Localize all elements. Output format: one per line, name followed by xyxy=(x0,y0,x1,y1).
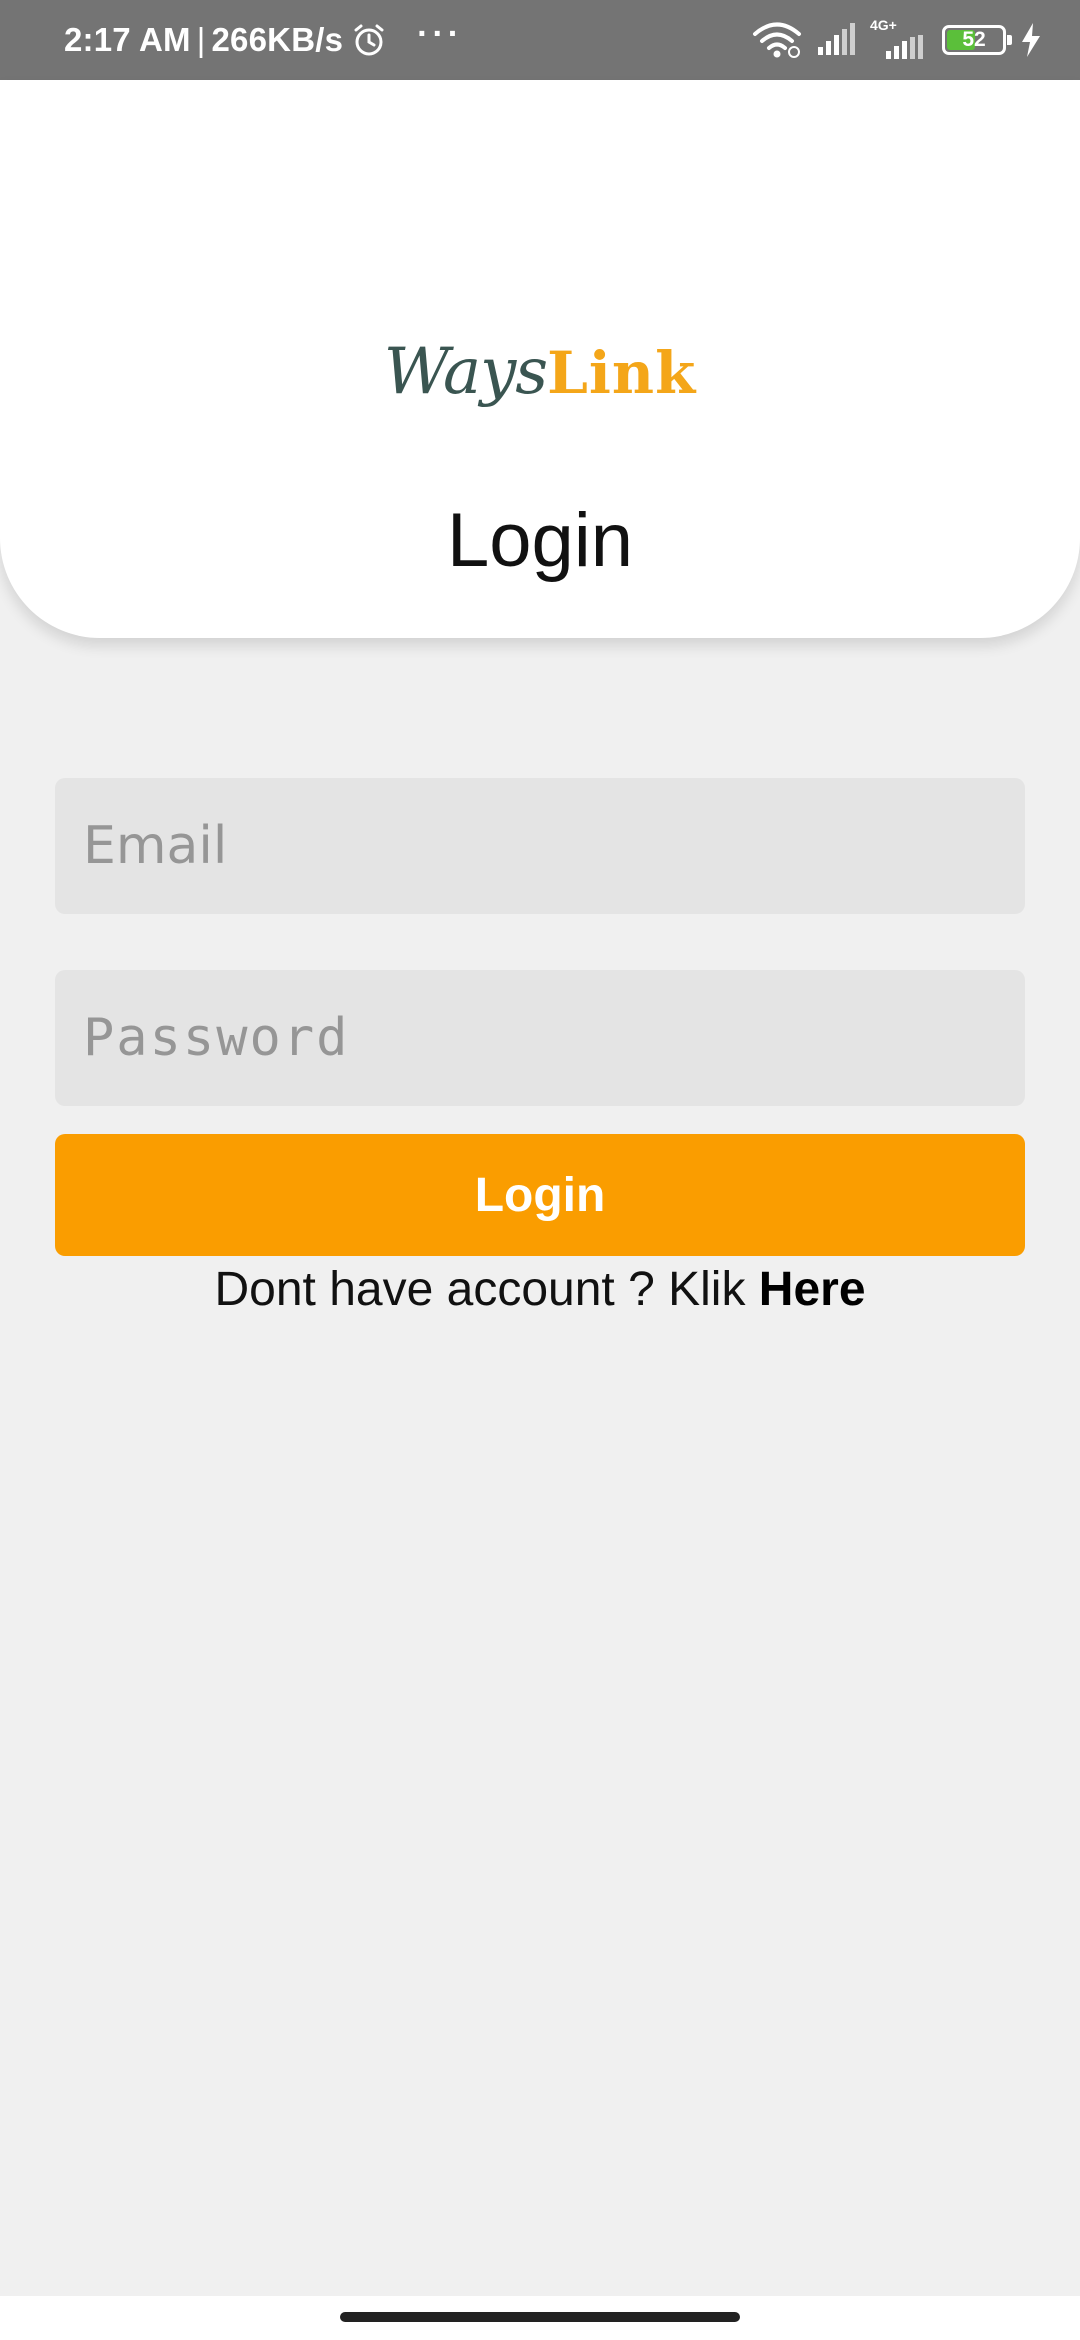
navigation-bar xyxy=(0,2296,1080,2340)
signal-icon xyxy=(886,35,923,59)
signup-prompt: Dont have account ? Klik Here xyxy=(0,1262,1080,1317)
alarm-icon xyxy=(354,24,384,56)
password-field[interactable] xyxy=(55,970,1025,1106)
login-button[interactable]: Login xyxy=(55,1134,1025,1256)
signal-icon xyxy=(818,23,855,55)
signup-link[interactable]: Here xyxy=(759,1263,866,1316)
status-time: 2:17 AM xyxy=(64,21,191,58)
wayslink-logo: WaysLink xyxy=(0,340,1080,404)
network-speed: 266KB/s xyxy=(211,21,344,58)
more-notifications-icon: ··· xyxy=(417,14,464,53)
logo-text-link: Link xyxy=(547,339,697,407)
wifi-icon xyxy=(753,22,801,58)
charging-icon xyxy=(1022,23,1040,57)
network-type: 4G+ xyxy=(870,17,897,33)
email-field-container xyxy=(55,778,1025,914)
home-indicator[interactable] xyxy=(340,2312,740,2322)
battery-indicator: 52 xyxy=(942,25,1012,55)
logo-text-ways: Ways xyxy=(383,335,548,409)
email-field[interactable] xyxy=(55,778,1025,914)
password-field-container xyxy=(55,970,1025,1106)
status-separator: | xyxy=(196,21,206,58)
page-title: Login xyxy=(447,498,633,583)
mobile-data-indicator: 4G+ xyxy=(870,17,928,59)
status-right: 4G+ 52 xyxy=(752,0,1042,80)
status-left: 2:17 AM | 266KB/s ··· xyxy=(64,0,463,80)
header-card: WaysLink Login xyxy=(0,80,1080,638)
signup-prompt-text: Dont have account ? Klik xyxy=(214,1263,759,1316)
battery-level: 52 xyxy=(962,28,986,51)
status-bar: 2:17 AM | 266KB/s ··· 4G+ 52 xyxy=(0,0,1080,80)
